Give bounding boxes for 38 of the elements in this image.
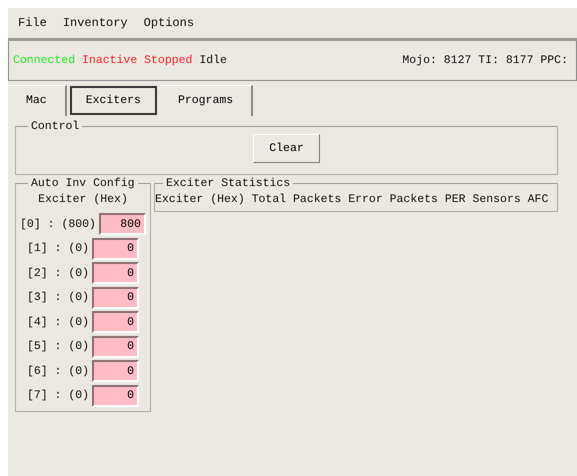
column-header: Total Packets <box>252 192 342 208</box>
column-header: AFC <box>528 192 548 208</box>
menu-item[interactable]: File <box>10 12 55 34</box>
hex-input-field[interactable]: 0 <box>92 286 140 309</box>
exciter-label: [1] : (0) <box>26 241 90 258</box>
hex-input-field[interactable]: 0 <box>92 336 140 358</box>
group-title: Control <box>30 120 80 134</box>
exciter-label: [7] : (0) <box>26 388 90 404</box>
exciter-label: [5] : (0) <box>26 339 90 356</box>
status-text: Stopped <box>144 52 192 69</box>
hex-input-field[interactable]: 0 <box>92 384 140 407</box>
column-header: Exciter (Hex) <box>37 192 129 208</box>
exciter-label: [6] : (0) <box>26 364 90 380</box>
column-header: Exciter (Hex) <box>155 192 245 208</box>
menu-item[interactable]: Inventory <box>54 12 136 34</box>
menu-item[interactable]: Options <box>136 12 202 34</box>
status-text: Idle <box>199 52 227 69</box>
column-header: Error Packets <box>348 192 438 208</box>
hex-input-field[interactable]: 800 <box>98 213 146 236</box>
group-title: Exciter Statistics <box>165 177 292 191</box>
exciter-label: [0] : (800) <box>20 216 96 233</box>
column-header: Sensors <box>472 192 521 208</box>
status-text: Inactive <box>82 52 138 69</box>
status-text: Connected <box>13 52 76 69</box>
exciter-label: [3] : (0) <box>26 290 90 306</box>
hex-input-field[interactable]: 0 <box>92 311 140 334</box>
hex-input-field[interactable]: 0 <box>92 360 140 382</box>
status-info: Mojo: 8127 TI: 8177 PPC: <box>402 52 568 69</box>
tab[interactable]: Mac <box>8 85 67 116</box>
tab[interactable]: Exciters <box>70 86 157 115</box>
group-title: Auto Inv Config <box>30 177 136 191</box>
hex-input-field[interactable]: 0 <box>92 262 140 284</box>
exciter-label: [4] : (0) <box>26 314 90 331</box>
tab[interactable]: Programs <box>160 85 254 116</box>
clear-button[interactable]: Clear <box>253 134 320 164</box>
column-header: PER <box>444 192 466 208</box>
hex-input-field[interactable]: 0 <box>92 238 140 260</box>
exciter-label: [2] : (0) <box>26 266 90 282</box>
